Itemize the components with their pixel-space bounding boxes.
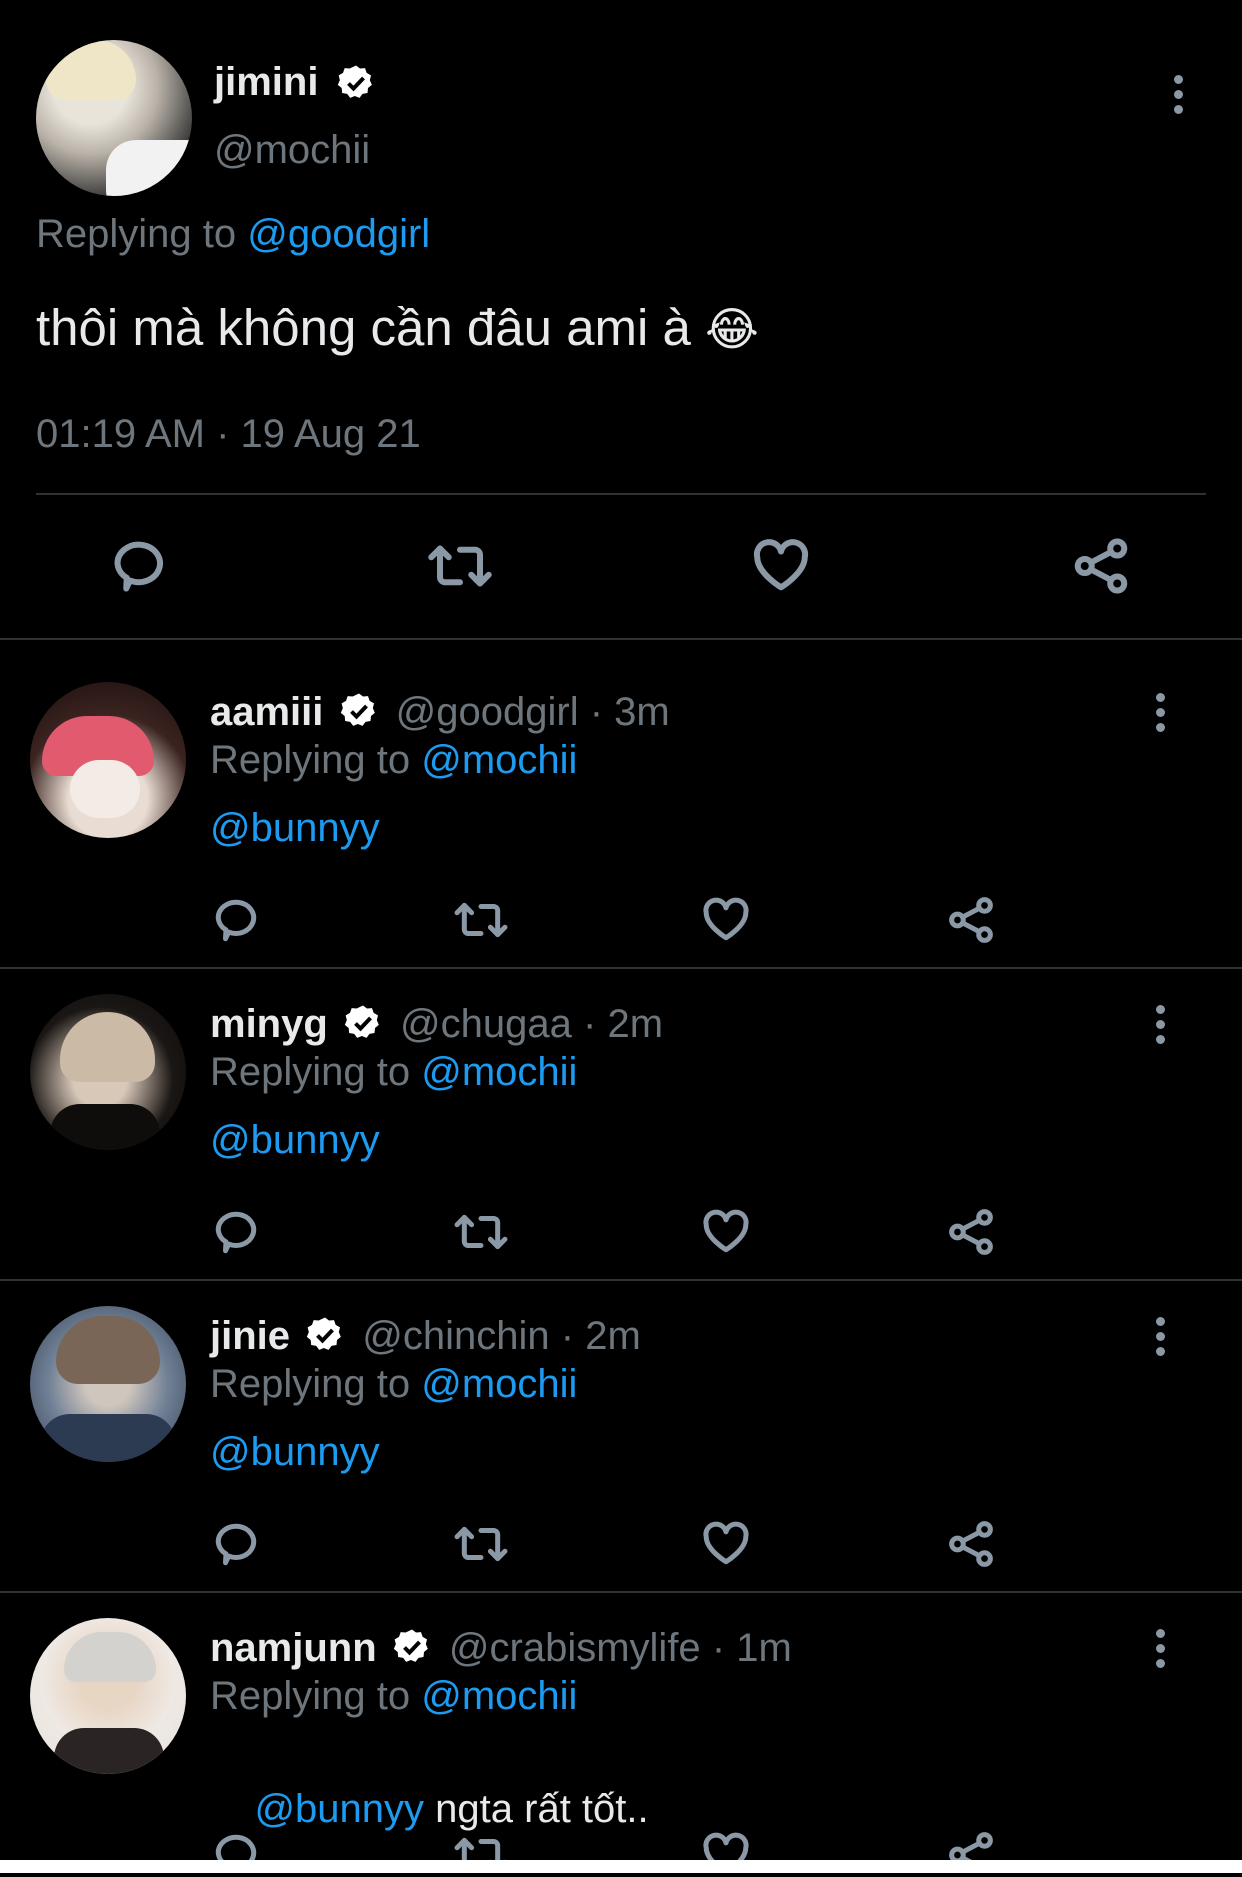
mention-link[interactable]: @bunnyy <box>210 1118 380 1162</box>
replying-to-link[interactable]: @goodgirl <box>247 212 430 256</box>
action-bar-clipped <box>0 1830 1242 1860</box>
tears-of-joy-emoji: 😂 <box>705 303 759 355</box>
replying-to-line: Replying to @mochii <box>210 1362 577 1407</box>
replying-label: Replying to <box>210 738 411 782</box>
replying-to-line: Replying to @mochii <box>210 738 577 783</box>
handle[interactable]: @chugaa <box>400 1002 572 1046</box>
replying-to-line: Replying to @mochii <box>210 1050 577 1095</box>
share-icon[interactable] <box>945 895 997 945</box>
mention-link[interactable]: @bunnyy <box>254 1787 424 1831</box>
display-name[interactable]: namjunn <box>210 1626 377 1670</box>
more-icon[interactable] <box>1154 1005 1166 1050</box>
retweet-icon[interactable] <box>453 1207 509 1257</box>
replying-to-link[interactable]: @mochii <box>421 738 577 782</box>
handle[interactable]: @crabismylife <box>449 1626 701 1670</box>
verified-icon <box>393 1629 428 1663</box>
replying-to-link[interactable]: @mochii <box>421 1362 577 1406</box>
like-icon[interactable] <box>700 1207 752 1257</box>
section-divider <box>0 967 1242 969</box>
avatar[interactable] <box>30 1306 186 1462</box>
tweet-text: thôi mà không cần đâu ami à 😂 <box>36 298 759 357</box>
retweet-icon[interactable] <box>453 895 509 945</box>
share-icon[interactable] <box>945 1519 997 1569</box>
separator: · <box>711 1626 726 1670</box>
like-icon[interactable] <box>700 1830 752 1860</box>
replying-to-line: Replying to @mochii <box>210 1674 577 1719</box>
reply-icon[interactable] <box>212 1207 262 1257</box>
replying-label: Replying to <box>210 1674 411 1718</box>
reply-icon[interactable] <box>212 895 262 945</box>
verified-icon <box>340 693 375 727</box>
reply-icon[interactable] <box>110 536 170 596</box>
replying-label: Replying to <box>36 212 237 256</box>
more-icon[interactable] <box>1154 693 1166 738</box>
verified-icon <box>344 1005 379 1039</box>
retweet-icon[interactable] <box>453 1519 509 1569</box>
mention-link[interactable]: @bunnyy <box>210 1430 380 1474</box>
relative-time[interactable]: 3m <box>614 690 670 734</box>
replying-label: Replying to <box>210 1362 411 1406</box>
section-divider <box>0 638 1242 640</box>
share-icon[interactable] <box>1070 536 1132 596</box>
separator: · <box>589 690 604 734</box>
reply-icon[interactable] <box>212 1519 262 1569</box>
section-divider <box>0 1279 1242 1281</box>
display-name[interactable]: jimini <box>214 60 318 105</box>
display-name[interactable]: aamiii <box>210 690 323 734</box>
verified-icon <box>306 1317 341 1351</box>
more-icon[interactable] <box>1154 1629 1166 1674</box>
verified-icon <box>337 65 372 98</box>
reply-text: @bunnyy <box>210 806 380 851</box>
like-icon[interactable] <box>750 536 812 596</box>
handle[interactable]: @chinchin <box>362 1314 549 1358</box>
avatar[interactable] <box>30 994 186 1150</box>
like-icon[interactable] <box>700 895 752 945</box>
reply-header: namjunn @crabismylife · 1m <box>210 1626 792 1671</box>
section-divider <box>0 1591 1242 1593</box>
relative-time[interactable]: 2m <box>607 1002 663 1046</box>
reply-icon[interactable] <box>212 1830 262 1860</box>
handle[interactable]: @goodgirl <box>396 690 579 734</box>
separator: · <box>560 1314 575 1358</box>
display-name[interactable]: jinie <box>210 1314 290 1358</box>
divider <box>36 493 1206 495</box>
reply-body: ngta rất tốt.. <box>424 1787 649 1831</box>
share-icon[interactable] <box>945 1207 997 1257</box>
replying-to-link[interactable]: @mochii <box>421 1050 577 1094</box>
retweet-icon[interactable] <box>427 536 493 596</box>
avatar[interactable] <box>30 682 186 838</box>
handle[interactable]: @mochii <box>214 128 370 173</box>
retweet-icon[interactable] <box>453 1830 509 1860</box>
like-icon[interactable] <box>700 1519 752 1569</box>
reply-header: jinie @chinchin · 2m <box>210 1314 641 1359</box>
more-icon[interactable] <box>1172 75 1184 120</box>
display-name[interactable]: minyg <box>210 1002 328 1046</box>
bottom-bar <box>0 1860 1242 1873</box>
replying-to-line: Replying to @goodgirl <box>36 212 430 257</box>
avatar[interactable] <box>30 1618 186 1774</box>
replying-label: Replying to <box>210 1050 411 1094</box>
avatar[interactable] <box>36 40 192 196</box>
mention-link[interactable]: @bunnyy <box>210 806 380 850</box>
timestamp[interactable]: 01:19 AM · 19 Aug 21 <box>36 412 421 457</box>
more-icon[interactable] <box>1154 1317 1166 1362</box>
relative-time[interactable]: 1m <box>736 1626 792 1670</box>
separator: · <box>583 1002 597 1046</box>
tweet-body: thôi mà không cần đâu ami à <box>36 299 691 356</box>
reply-text: @bunnyy <box>210 1118 380 1163</box>
reply-text: @bunnyy <box>210 1430 380 1475</box>
reply-header: minyg @chugaa · 2m <box>210 1002 663 1047</box>
share-icon[interactable] <box>945 1830 997 1860</box>
reply-header: aamiii @goodgirl · 3m <box>210 690 670 735</box>
relative-time[interactable]: 2m <box>585 1314 641 1358</box>
replying-to-link[interactable]: @mochii <box>421 1674 577 1718</box>
